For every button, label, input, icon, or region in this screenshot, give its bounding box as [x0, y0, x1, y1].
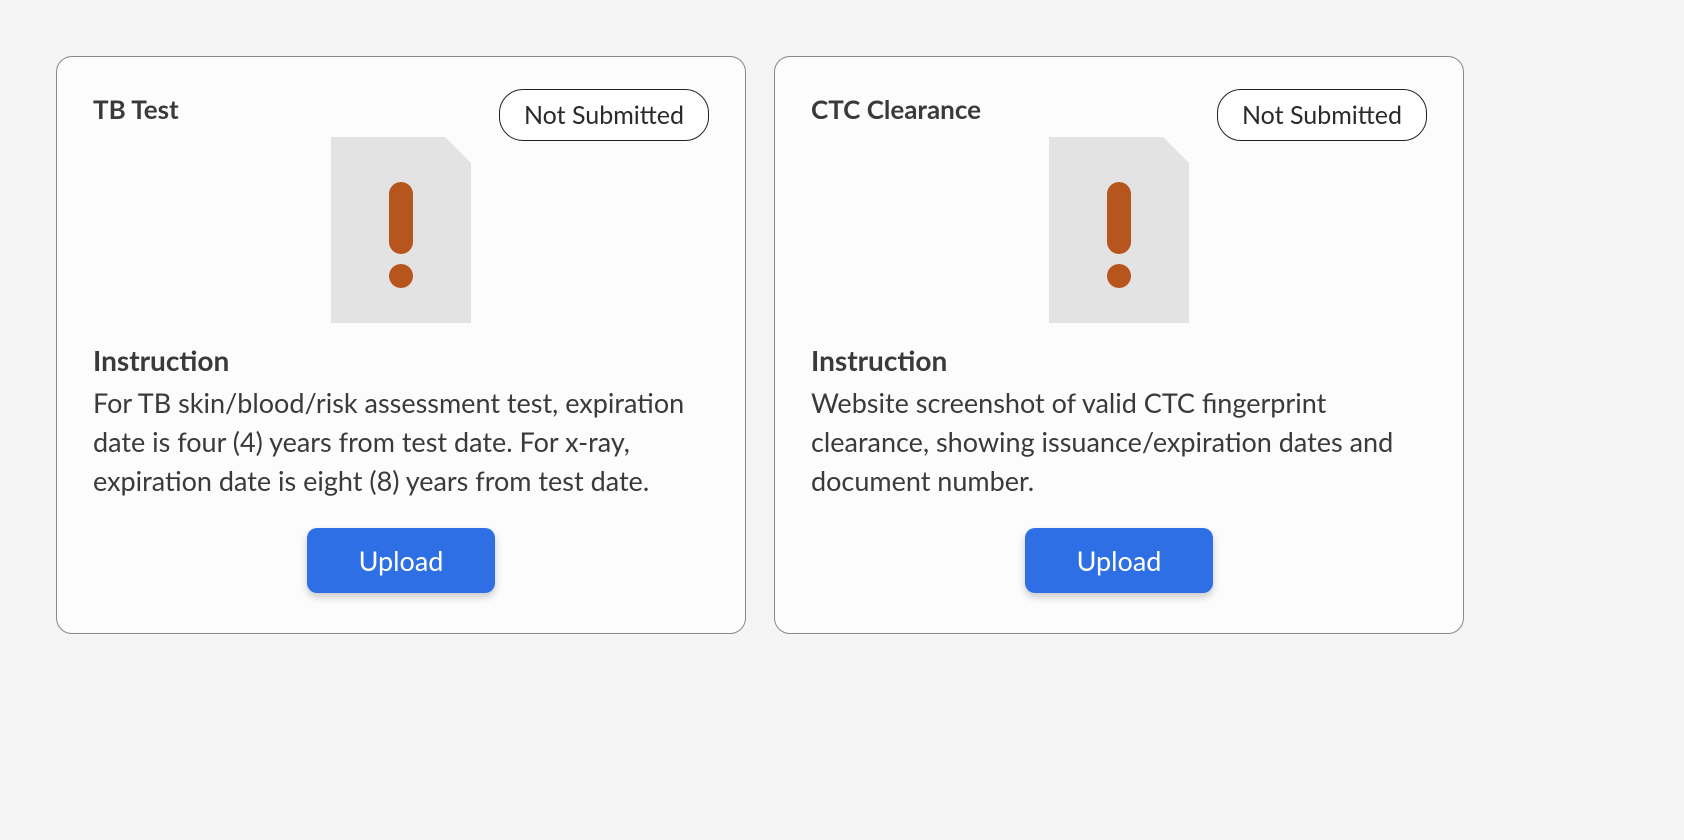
upload-button[interactable]: Upload	[1025, 528, 1214, 593]
upload-button[interactable]: Upload	[307, 528, 496, 593]
status-badge: Not Submitted	[1217, 89, 1427, 141]
card-title: CTC Clearance	[811, 93, 981, 125]
instruction-heading: Instruction	[811, 343, 1427, 377]
instruction-text: Website screenshot of valid CTC fingerpr…	[811, 383, 1427, 500]
exclamation-icon	[1107, 182, 1131, 288]
document-card-tb-test: TB Test Not Submitted Instruction For TB…	[56, 56, 746, 634]
cards-container: TB Test Not Submitted Instruction For TB…	[56, 56, 1628, 634]
instruction-text: For TB skin/blood/risk assessment test, …	[93, 383, 709, 500]
file-icon-wrapper	[811, 137, 1427, 323]
file-alert-icon	[331, 137, 471, 323]
document-card-ctc-clearance: CTC Clearance Not Submitted Instruction …	[774, 56, 1464, 634]
exclamation-icon	[389, 182, 413, 288]
card-header: TB Test Not Submitted	[93, 89, 709, 141]
card-title: TB Test	[93, 93, 179, 125]
instruction-heading: Instruction	[93, 343, 709, 377]
card-header: CTC Clearance Not Submitted	[811, 89, 1427, 141]
status-badge: Not Submitted	[499, 89, 709, 141]
file-icon-wrapper	[93, 137, 709, 323]
file-alert-icon	[1049, 137, 1189, 323]
